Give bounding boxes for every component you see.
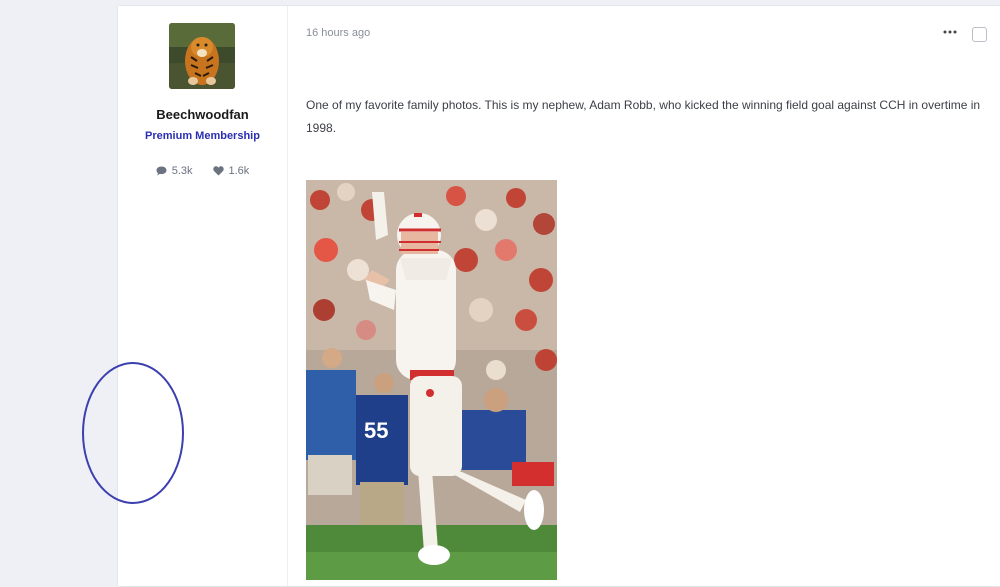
heart-icon [212, 166, 224, 176]
jersey-number: 55 [364, 418, 388, 443]
post-content: 16 hours ago One of my favorite family p… [288, 6, 1000, 586]
author-stats: 5.3k 1.6k [118, 165, 287, 177]
post-select-checkbox[interactable] [972, 27, 987, 42]
post-timestamp[interactable]: 16 hours ago [306, 27, 370, 39]
reputation-stat: 1.6k [212, 165, 250, 177]
post-body: One of my favorite family photos. This i… [306, 98, 981, 135]
posts-count: 5.3k [171, 165, 193, 177]
author-name[interactable]: Beechwoodfan [118, 107, 287, 122]
forum-post: Beechwoodfan Premium Membership 5.3k 1.6… [117, 5, 1000, 587]
posts-stat: 5.3k [156, 165, 193, 177]
football-photo: 55 [306, 180, 557, 580]
ellipsis-icon [943, 30, 957, 34]
membership-badge: Premium Membership [145, 130, 260, 142]
reputation-count: 1.6k [228, 165, 250, 177]
post-photo[interactable]: 55 [306, 180, 557, 580]
tiger-avatar-icon [169, 23, 235, 89]
comment-icon [156, 166, 167, 176]
annotation-circle [82, 362, 184, 504]
author-avatar[interactable] [169, 23, 235, 89]
more-options-button[interactable] [943, 24, 959, 38]
